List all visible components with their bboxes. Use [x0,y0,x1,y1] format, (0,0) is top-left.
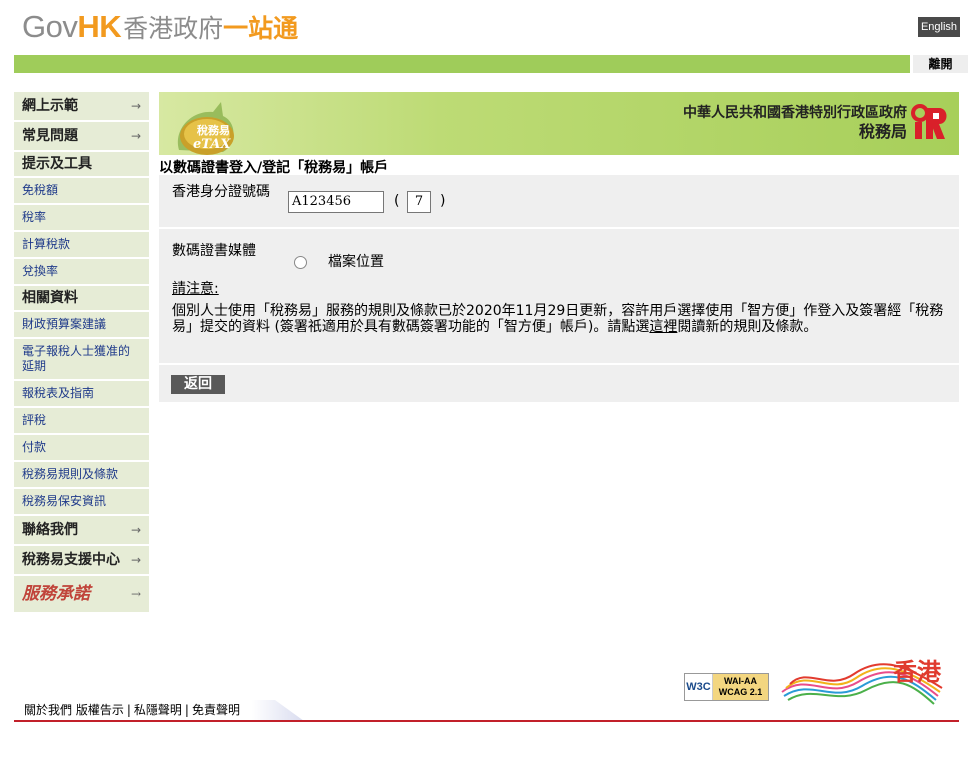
footer-link-privacy[interactable]: 私隱聲明 [134,703,182,717]
sidebar-item-support[interactable]: 稅務易支援中心 → [14,546,149,576]
sidebar-item-forms-guides[interactable]: 報稅表及指南 [14,381,149,408]
notice-title: 請注意: [172,281,219,297]
sidebar-item-pledge[interactable]: 服務承諾 → [14,576,149,614]
notice-text: 個別人士使用「稅務易」服務的規則及條款已於2020年11月29日更新，容許用戶選… [172,303,944,335]
footer-link-about[interactable]: 關於我們 [24,703,72,717]
back-button[interactable]: 返回 [171,375,225,394]
sidebar-item-contact[interactable]: 聯絡我們 → [14,516,149,546]
footer-link-disclaimer[interactable]: 免責聲明 [192,703,240,717]
paren-close: ) [440,193,446,209]
sidebar-item-assessment[interactable]: 評稅 [14,408,149,435]
hkid-row: 香港身分證號碼 A123456 ( 7 ) [159,175,959,229]
logo-hk-text: HK [77,9,122,44]
etax-banner: 稅務易 eTAX 中華人民共和國香港特別行政區政府 稅務局 [159,92,959,155]
logout-button[interactable]: 離開 [910,55,968,73]
etax-logo-icon: 稅務易 eTAX [177,102,234,155]
brand-hong-kong-logo[interactable]: 香港 [778,652,946,707]
hkid-input[interactable]: A123456 [288,191,384,213]
sidebar-heading-related: 相關資料 [14,286,149,312]
hkid-label: 香港身分證號碼 [172,184,270,200]
logo-cn-highlight: 一站通 [223,14,299,43]
govhk-logo[interactable]: Gov HK 香港政府 一站通 [22,8,298,46]
footer-divider [14,720,959,722]
sidebar-item-terms[interactable]: 稅務易規則及條款 [14,462,149,489]
page-title: 以數碼證書登入/登記「稅務易」帳戶 [159,160,389,176]
sidebar-item-tax-rates[interactable]: 稅率 [14,205,149,232]
terms-link[interactable]: 這裡 [649,319,677,335]
ird-logo-icon [911,104,947,139]
sidebar-item-faq[interactable]: 常見問題 → [14,122,149,152]
sidebar-heading-tips: 提示及工具 [14,152,149,178]
department-title: 稅務局 [858,122,907,141]
sidebar-item-payment[interactable]: 付款 [14,435,149,462]
file-location-radio[interactable] [294,256,307,269]
paren-open: ( [394,193,400,209]
sidebar-item-allowances[interactable]: 免稅額 [14,178,149,205]
wcag-level: WAI-AA WCAG 2.1 [713,674,768,700]
certificate-media-row: 數碼證書媒體 檔案位置 請注意: 個別人士使用「稅務易」服務的規則及條款已於20… [159,231,959,365]
sidebar-item-budget[interactable]: 財政預算案建議 [14,312,149,339]
w3c-logo: W3C [685,674,713,700]
footer-link-copyright[interactable]: 版權告示 [76,703,124,717]
arrow-icon: → [130,99,141,113]
svg-text:eTAX: eTAX [193,137,231,152]
footer-links: 關於我們 版權告示 | 私隱聲明 | 免責聲明 [14,700,304,721]
wcag-badge[interactable]: W3C WAI-AA WCAG 2.1 [684,673,769,701]
government-name: 中華人民共和國香港特別行政區政府 [683,105,907,121]
login-form-panel: 香港身分證號碼 A123456 ( 7 ) 數碼證書媒體 檔案位置 請注意: 個… [159,175,959,402]
arrow-icon: → [130,553,141,567]
certificate-media-label: 數碼證書媒體 [172,243,256,259]
arrow-icon: → [130,587,141,601]
english-language-button[interactable]: English [918,17,960,37]
hkid-check-digit-input[interactable]: 7 [407,191,431,213]
sidebar-item-tax-calculator[interactable]: 計算稅款 [14,232,149,259]
file-location-label: 檔案位置 [328,254,384,270]
header-bar [14,55,959,73]
arrow-icon: → [130,129,141,143]
brand-hk-text: 香港 [893,658,941,686]
logo-gov-text: Gov [22,9,78,44]
svg-text:稅務易: 稅務易 [197,123,230,137]
arrow-icon: → [130,523,141,537]
logo-cn-text: 香港政府 [123,14,224,43]
sidebar-item-exchange-rates[interactable]: 兌換率 [14,259,149,286]
department-name: 中華人民共和國香港特別行政區政府 稅務局 [683,104,907,142]
sidebar-item-extension[interactable]: 電子報稅人士獲准的延期 [14,339,149,381]
sidebar-item-demo[interactable]: 網上示範 → [14,92,149,122]
sidebar-nav: 網上示範 → 常見問題 → 提示及工具 免稅額 稅率 計算稅款 兌換率 相關資料 財… [14,92,149,614]
sidebar-item-security[interactable]: 稅務易保安資訊 [14,489,149,516]
